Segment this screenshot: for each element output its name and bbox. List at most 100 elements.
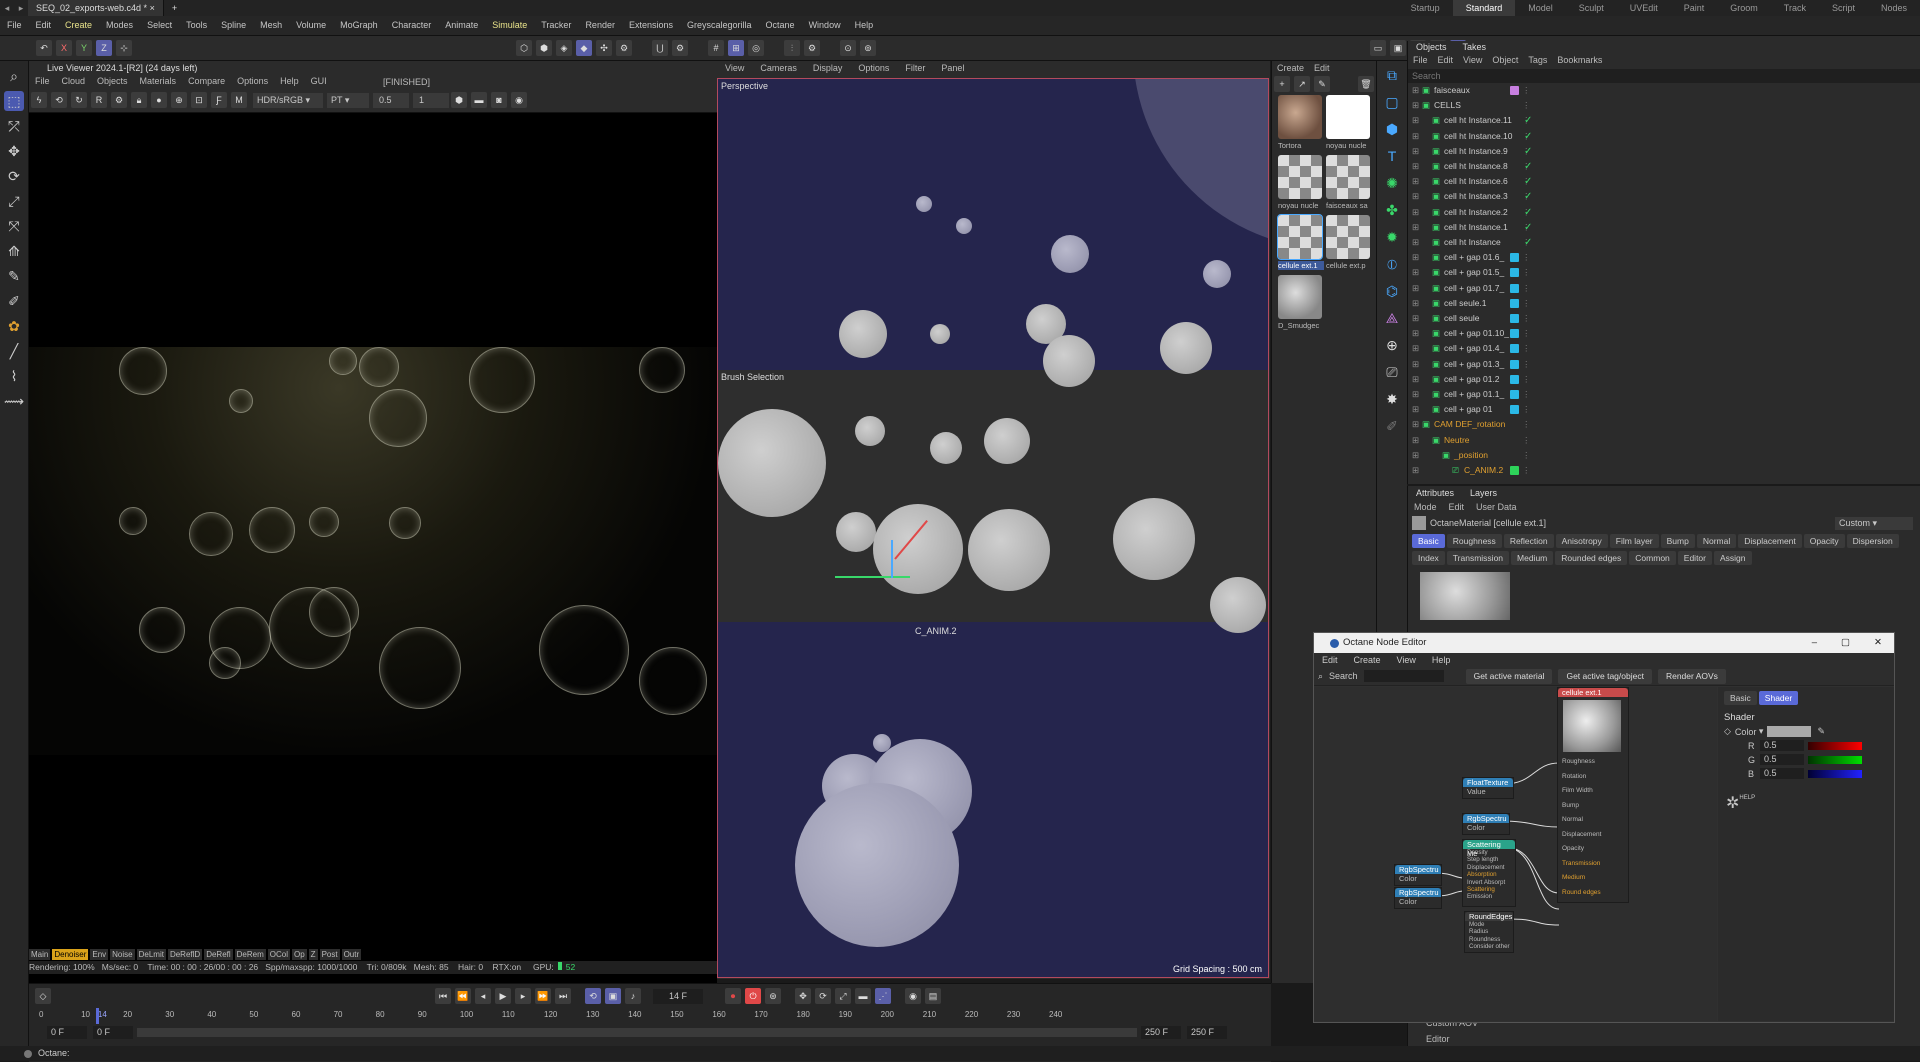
cube-icon[interactable]: ▢ xyxy=(1382,92,1402,112)
menu-item-11[interactable]: Animate xyxy=(438,16,485,35)
viewport-menu-item-4[interactable]: Filter xyxy=(897,61,933,76)
object-menu-item-0[interactable]: File xyxy=(1408,53,1433,67)
viewport-menu-item-1[interactable]: Cameras xyxy=(752,61,805,76)
node-editor-menu-item-3[interactable]: Help xyxy=(1424,653,1459,667)
live-viewer-menu-item-1[interactable]: Cloud xyxy=(56,75,92,88)
object-row-8[interactable]: ⊞ ▣ cell ht Instance.2 ⋮ ✓ xyxy=(1408,205,1920,220)
object-row-1[interactable]: ⊞ ▣ CELLS ⋮ xyxy=(1408,98,1920,113)
model-mode-icon[interactable]: ⬡ xyxy=(516,40,532,56)
value-field-2[interactable]: 1 xyxy=(413,92,449,108)
expand-icon[interactable]: ⊞ xyxy=(1412,448,1419,463)
object-menu-item-2[interactable]: View xyxy=(1458,53,1487,67)
sound-icon[interactable]: ♪ xyxy=(625,988,641,1004)
attribute-pill-9[interactable]: Dispersion xyxy=(1846,534,1899,548)
eyedropper-icon[interactable]: ✎ xyxy=(1817,726,1825,737)
render-pass-tab-4[interactable]: DeLmit xyxy=(136,949,166,960)
visibility-toggle[interactable]: ⋮ xyxy=(1522,341,1531,356)
key-position-icon[interactable]: ✥ xyxy=(795,988,811,1004)
render-pass-tab-0[interactable]: Main xyxy=(29,949,51,960)
viewport-menu-item-0[interactable]: View xyxy=(717,61,752,76)
node-editor-menu-item-0[interactable]: Edit xyxy=(1314,653,1346,667)
forward-icon[interactable]: ▸ xyxy=(14,3,28,14)
next-key-icon[interactable]: ⏩ xyxy=(535,988,551,1004)
attribute-pill-1[interactable]: Roughness xyxy=(1446,534,1502,548)
deformer-icon[interactable]: ✹ xyxy=(1382,227,1402,247)
attribute-pill-2-6[interactable]: Assign xyxy=(1714,551,1752,565)
knife-icon[interactable]: ╱ xyxy=(4,341,24,361)
live-select-icon[interactable]: ⤱ xyxy=(4,116,24,136)
menu-item-15[interactable]: Extensions xyxy=(622,16,680,35)
expand-icon[interactable]: ⊞ xyxy=(1412,326,1419,341)
workplane-icon[interactable]: ⊞ xyxy=(728,40,744,56)
expand-icon[interactable]: ⊞ xyxy=(1412,417,1419,432)
live-viewer-menu-item-6[interactable]: Help xyxy=(274,75,305,88)
material-thumb-0[interactable] xyxy=(1278,95,1322,139)
next-frame-icon[interactable]: ▸ xyxy=(515,988,531,1004)
layout-tab-6[interactable]: Groom xyxy=(1717,0,1771,16)
sphere-7[interactable] xyxy=(1043,335,1095,387)
object-row-25[interactable]: ⊞ ⎚ C_ANIM.2 ⋮ xyxy=(1408,463,1920,478)
object-row-5[interactable]: ⊞ ▣ cell ht Instance.8 ⋮ ✓ xyxy=(1408,159,1920,174)
r-field[interactable]: 0.5 xyxy=(1760,740,1804,751)
g-slider[interactable] xyxy=(1808,755,1862,764)
attribute-tab-1[interactable]: Layers xyxy=(1462,486,1505,500)
layout-tab-8[interactable]: Script xyxy=(1819,0,1868,16)
live-viewer-menu-item-2[interactable]: Objects xyxy=(91,75,134,88)
attribute-pill-2-3[interactable]: Rounded edges xyxy=(1555,551,1628,565)
magnet-icon[interactable]: ⋃ xyxy=(652,40,668,56)
object-row-18[interactable]: ⊞ ▣ cell + gap 01.3_ ⋮ xyxy=(1408,357,1920,372)
move-tool-icon[interactable]: ✥ xyxy=(4,141,24,161)
start-frame-field-2[interactable]: 0 F xyxy=(93,1025,133,1039)
menu-item-9[interactable]: MoGraph xyxy=(333,16,385,35)
material-thumb-1[interactable] xyxy=(1326,95,1370,139)
lock-icon[interactable]: ◎ xyxy=(748,40,764,56)
menu-item-4[interactable]: Select xyxy=(140,16,179,35)
material-menu-item-0[interactable]: Create xyxy=(1272,61,1309,75)
menu-item-1[interactable]: Edit xyxy=(29,16,59,35)
check-icon[interactable]: ✓ xyxy=(1524,144,1532,159)
round-edges-node[interactable]: RoundEdges Mode Radius Roundness Consider o… xyxy=(1464,911,1514,953)
sphere-10[interactable] xyxy=(855,416,885,446)
select-tool-icon[interactable]: ⬚ xyxy=(4,91,24,111)
render-picture-icon[interactable]: ▣ xyxy=(1390,40,1406,56)
object-row-7[interactable]: ⊞ ▣ cell ht Instance.3 ⋮ ✓ xyxy=(1408,189,1920,204)
polygons-mode-icon[interactable]: ◆ xyxy=(576,40,592,56)
check-icon[interactable]: ✓ xyxy=(1524,129,1532,144)
lightning-icon[interactable]: ϟ xyxy=(31,92,47,108)
pick-icon[interactable]: ⊡ xyxy=(191,92,207,108)
expand-icon[interactable]: ⊞ xyxy=(1412,296,1419,311)
layout-tab-4[interactable]: UVEdit xyxy=(1617,0,1671,16)
timeline-ruler[interactable]: 0 10 14 20 30 40 50 60 70 80 90 100 110 120 130 140 150 1… xyxy=(29,1008,1271,1024)
menu-item-18[interactable]: Window xyxy=(802,16,848,35)
filter-icon[interactable]: Ƒ xyxy=(211,92,227,108)
object-menu-item-4[interactable]: Tags xyxy=(1523,53,1552,67)
render-pass-tab-11[interactable]: Post xyxy=(319,949,340,960)
render-pass-tab-3[interactable]: Noise xyxy=(110,949,135,960)
object-menu-item-3[interactable]: Object xyxy=(1487,53,1523,67)
cube-icon[interactable]: ⬢ xyxy=(451,92,467,108)
visibility-toggle[interactable]: ⋮ xyxy=(1522,83,1531,98)
check-icon[interactable]: ✓ xyxy=(1524,113,1532,128)
current-frame-field[interactable]: 14 F xyxy=(653,988,703,1004)
sphere-5[interactable] xyxy=(930,324,950,344)
spline-icon[interactable]: ⌬ xyxy=(1382,281,1402,301)
visibility-toggle[interactable]: ⋮ xyxy=(1522,357,1531,372)
attribute-pill-3[interactable]: Anisotropy xyxy=(1555,534,1608,548)
material-thumb-4[interactable] xyxy=(1277,214,1323,260)
document-tab[interactable]: SEQ_02_exports-web.c4d * × xyxy=(28,0,164,16)
check-icon[interactable]: ✓ xyxy=(1524,205,1532,220)
render-pass-tab-12[interactable]: Outr xyxy=(341,949,362,960)
expand-icon[interactable]: ⊞ xyxy=(1412,129,1419,144)
object-search[interactable]: Search xyxy=(1408,69,1920,83)
menu-item-17[interactable]: Octane xyxy=(759,16,802,35)
value-field-1[interactable]: 0.5 xyxy=(373,92,409,108)
sphere-1[interactable] xyxy=(956,218,972,234)
attribute-pill-2[interactable]: Reflection xyxy=(1503,534,1554,548)
picker-icon[interactable]: ✎ xyxy=(1314,76,1330,92)
attribute-pill-2-1[interactable]: Transmission xyxy=(1446,551,1510,565)
expand-icon[interactable]: ⊞ xyxy=(1412,433,1419,448)
sphere-15[interactable] xyxy=(968,509,1050,591)
material-thumb-3[interactable] xyxy=(1326,155,1370,199)
sketch-icon[interactable]: ✐ xyxy=(4,291,24,311)
menu-item-19[interactable]: Help xyxy=(848,16,881,35)
